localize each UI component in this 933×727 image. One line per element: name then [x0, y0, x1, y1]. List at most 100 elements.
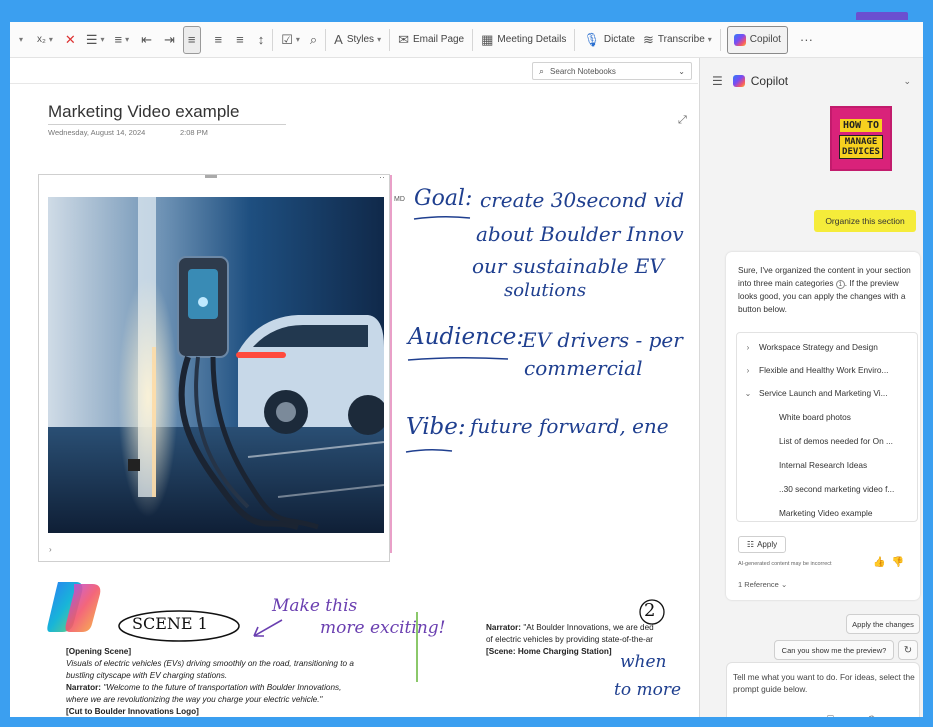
search-icon: ⌕ [539, 65, 545, 76]
ink-underline [407, 356, 509, 361]
align-center-button[interactable]: ≡ [215, 26, 223, 54]
feedback-buttons: 👍👎 [873, 557, 910, 568]
tree-child-item[interactable]: Internal Research Ideas [737, 455, 919, 475]
subscript-button[interactable]: x₂ ▾ [37, 26, 53, 54]
ink-make-line2[interactable]: more exciting! [320, 618, 445, 638]
align-left-icon: ≡ [187, 32, 196, 47]
change-indicator-bar [416, 612, 418, 682]
chevron-down-icon[interactable]: ⌄ [903, 76, 911, 87]
thumbs-up-icon[interactable]: 👍 [873, 557, 891, 568]
tree-child-item[interactable]: List of demos needed for On ... [737, 431, 919, 451]
ink-make-line1[interactable]: Make this [272, 596, 357, 616]
copilot-label: Copilot [749, 34, 781, 45]
ink-goal-line3[interactable]: our sustainable EV [472, 254, 664, 278]
hamburger-menu-icon[interactable]: ☰ [712, 74, 723, 88]
align-left-button[interactable]: ≡ [182, 25, 201, 54]
copilot-response-card: Sure, I've organized the content in your… [726, 252, 920, 600]
send-icon[interactable]: ➤ [889, 715, 898, 717]
ink-audience-label[interactable]: Audience: [408, 324, 524, 350]
find-tags-button[interactable]: ⌕ [310, 26, 317, 54]
tree-item-service-launch[interactable]: ⌄ Service Launch and Marketing Vi... [737, 383, 919, 403]
tree-item-workspace[interactable]: › Workspace Strategy and Design [737, 337, 919, 357]
tree-child-item[interactable]: ..30 second marketing video f... [737, 479, 919, 499]
script-narrator-line2: where we are revolutionizing the way you… [66, 695, 323, 704]
logo-line3: DEVICES [842, 146, 880, 157]
dictate-label: Dictate [603, 34, 635, 45]
styles-button[interactable]: A Styles ▾ [334, 26, 381, 54]
prompt-toolbar: ⎘ ⊞ 🎙 ➤ [827, 715, 898, 717]
chevron-down-icon: ⌄ [744, 388, 752, 398]
divider [10, 83, 698, 84]
prompt-box[interactable]: ⎘ ⊞ 🎙 ➤ [726, 662, 920, 717]
transcribe-button[interactable]: ≋ Transcribe ▾ [643, 26, 712, 54]
image-container[interactable]: ·· › [38, 172, 392, 562]
copilot-pane-header: ☰ Copilot [712, 74, 788, 88]
align-right-icon: ≡ [236, 32, 244, 47]
tree-child-label: Marketing Video example [779, 508, 873, 518]
increase-indent-icon: ⇥ [164, 32, 175, 47]
copilot-button[interactable]: Copilot [726, 25, 788, 54]
script-right-block[interactable]: Narrator: "At Boulder Innovations, we ar… [486, 622, 686, 658]
ribbon-divider [272, 28, 274, 51]
refresh-suggestions-icon[interactable]: ↻ [898, 640, 918, 660]
logo-line2: MANAGE [844, 136, 878, 147]
script-left-block[interactable]: [Opening Scene] Visuals of electric vehi… [66, 646, 416, 717]
prompt-guide-icon[interactable]: ⊞ [846, 715, 855, 717]
meeting-details-label: Meeting Details [497, 34, 567, 45]
citation-badge[interactable]: 1 [835, 280, 845, 289]
increase-indent-button[interactable]: ⇥ [164, 26, 175, 54]
align-right-button[interactable]: ≡ [236, 26, 244, 54]
line-spacing-button[interactable]: ↕ [258, 26, 265, 54]
script-visual-line2: bustling cityscape with EV charging stat… [66, 671, 228, 680]
tree-item-flexible[interactable]: › Flexible and Healthy Work Enviro... [737, 360, 919, 380]
thumbs-down-icon[interactable]: 👎 [892, 557, 910, 568]
search-notebooks-box[interactable]: ⌕ Search Notebooks ⌄ [532, 62, 692, 80]
dictate-button[interactable]: 🎙 Dictate [583, 26, 635, 54]
prompt-input[interactable] [733, 671, 915, 707]
ink-when-line2[interactable]: to more [614, 680, 681, 700]
tree-child-item[interactable]: Marketing Video example [737, 503, 919, 523]
references-toggle[interactable]: 1 Reference ⌄ [738, 580, 787, 589]
ev-charger-image [48, 197, 384, 533]
tree-child-label: White board photos [779, 412, 851, 422]
bullet-list-icon: ☰ [85, 32, 98, 47]
suggestion-show-preview[interactable]: Can you show me the preview? [774, 640, 894, 660]
list-icon: ☷ [746, 540, 755, 549]
copilot-response-text: Sure, I've organized the content in your… [738, 264, 916, 316]
ink-audience-line1[interactable]: EV drivers - per [522, 328, 683, 352]
expand-icon[interactable]: ⤢ [678, 114, 687, 127]
email-page-button[interactable]: ✉ Email Page [398, 26, 464, 54]
meeting-details-button[interactable]: ▦ Meeting Details [481, 26, 566, 54]
decrease-indent-button[interactable]: ⇤ [141, 26, 152, 54]
ink-vibe-text[interactable]: future forward, ene [470, 414, 669, 438]
ink-scene-label[interactable]: SCENE 1 [132, 614, 208, 633]
attach-icon[interactable]: ⎘ [827, 715, 836, 717]
ink-goal-label[interactable]: Goal: [414, 186, 472, 211]
caret-icon: › [49, 545, 52, 554]
more-icon[interactable]: ·· [379, 172, 385, 182]
apply-button[interactable]: ☷ Apply [738, 536, 786, 553]
ribbon-divider [472, 28, 474, 51]
suggestion-apply-changes[interactable]: Apply the changes [846, 614, 920, 634]
tag-button[interactable]: ☑ ▾ [281, 26, 300, 54]
tree-child-label: List of demos needed for On ... [779, 436, 893, 446]
ink-goal-line4[interactable]: solutions [504, 280, 586, 301]
clear-formatting-button[interactable]: ✕ [65, 26, 76, 54]
numbered-list-icon: ≡ [114, 32, 123, 47]
page-title[interactable]: Marketing Video example [48, 102, 240, 122]
tree-child-item[interactable]: White board photos [737, 407, 919, 427]
ribbon-divider [574, 28, 576, 51]
script-right-narrator-label: Narrator: [486, 623, 522, 632]
ink-goal-line1[interactable]: create 30second vid [480, 188, 684, 212]
ribbon-chevron-button[interactable]: ▾ [16, 26, 23, 54]
bullets-button[interactable]: ☰ ▾ [86, 26, 105, 54]
ink-vibe-label[interactable]: Vibe: [406, 414, 466, 440]
numbering-button[interactable]: ≡ ▾ [115, 26, 130, 54]
more-options-button[interactable]: ··· [800, 26, 813, 54]
drag-handle[interactable] [205, 175, 217, 178]
script-visual-line1: Visuals of electric vehicles (EVs) drivi… [66, 659, 354, 668]
ink-goal-line2[interactable]: about Boulder Innov [476, 222, 684, 246]
notebook-page[interactable]: ⌕ Search Notebooks ⌄ Marketing Video exa… [10, 58, 698, 717]
ink-audience-line2[interactable]: commercial [524, 356, 643, 380]
microphone-icon[interactable]: 🎙 [865, 715, 879, 717]
